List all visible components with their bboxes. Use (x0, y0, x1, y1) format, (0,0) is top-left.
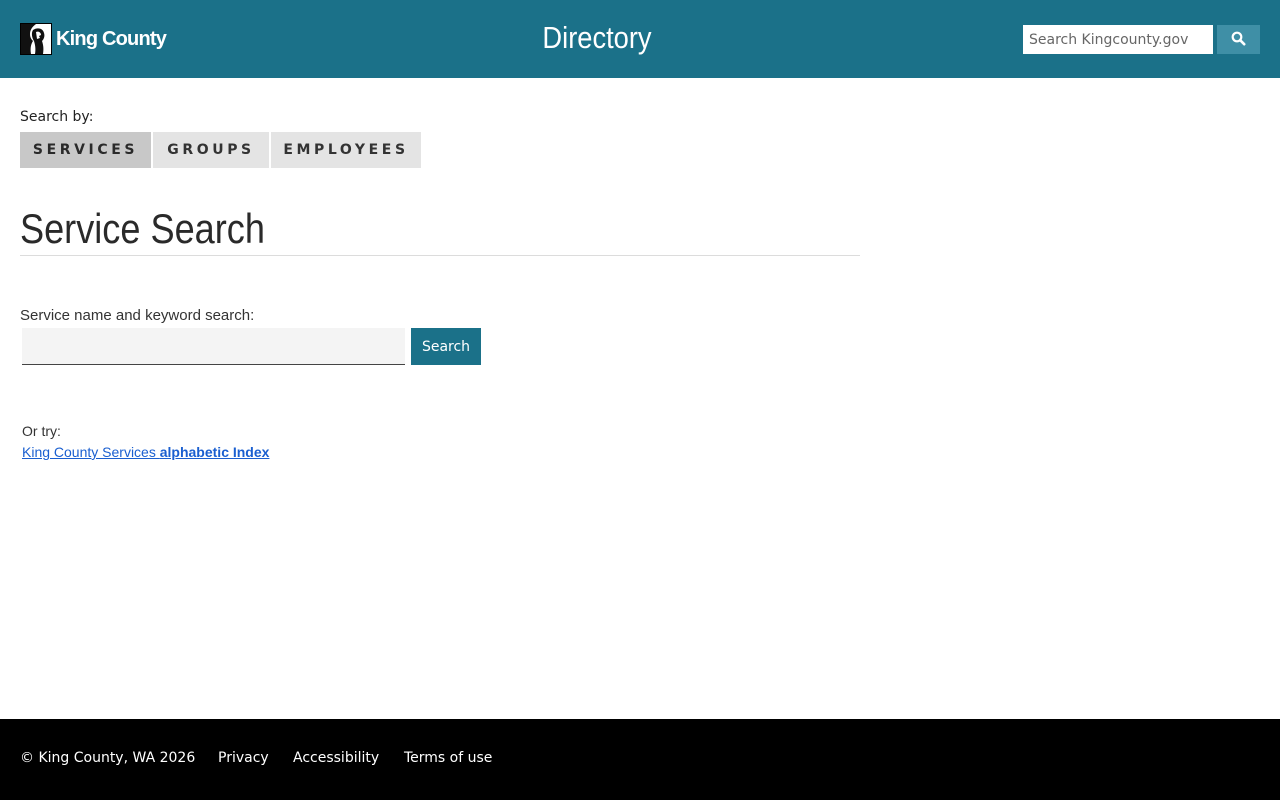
keyword-search-label: Service name and keyword search: (20, 307, 255, 324)
search-icon (1231, 31, 1246, 49)
footer-link-terms-of-use[interactable]: Terms of use (404, 750, 492, 766)
site-search-button[interactable] (1217, 25, 1260, 54)
or-try-label: Or try: (22, 423, 61, 439)
king-county-logo-icon (20, 23, 52, 55)
tab-groups[interactable]: GROUPS (153, 132, 269, 168)
keyword-search-button[interactable]: Search (411, 328, 481, 365)
tab-services[interactable]: SERVICES (20, 132, 151, 168)
search-by-label: Search by: (20, 109, 94, 125)
index-link-text: King County Services (22, 444, 160, 460)
site-search-input[interactable] (1023, 25, 1213, 54)
site-header: King County Directory (0, 0, 1280, 78)
keyword-search-input[interactable] (22, 328, 405, 365)
footer-link-privacy[interactable]: Privacy (218, 750, 269, 766)
footer-copyright: © King County, WA 2026 (20, 750, 196, 766)
search-by-tabs: SERVICES GROUPS EMPLOYEES (20, 132, 423, 168)
services-index-link[interactable]: King County Services alphabetic Index (22, 444, 269, 460)
footer-link-accessibility[interactable]: Accessibility (293, 750, 379, 766)
page-header-title: Directory (542, 20, 652, 55)
page-title: Service Search (20, 205, 265, 252)
index-link-bold-text: alphabetic Index (159, 444, 270, 460)
tab-employees[interactable]: EMPLOYEES (271, 132, 421, 168)
title-divider (20, 255, 860, 256)
